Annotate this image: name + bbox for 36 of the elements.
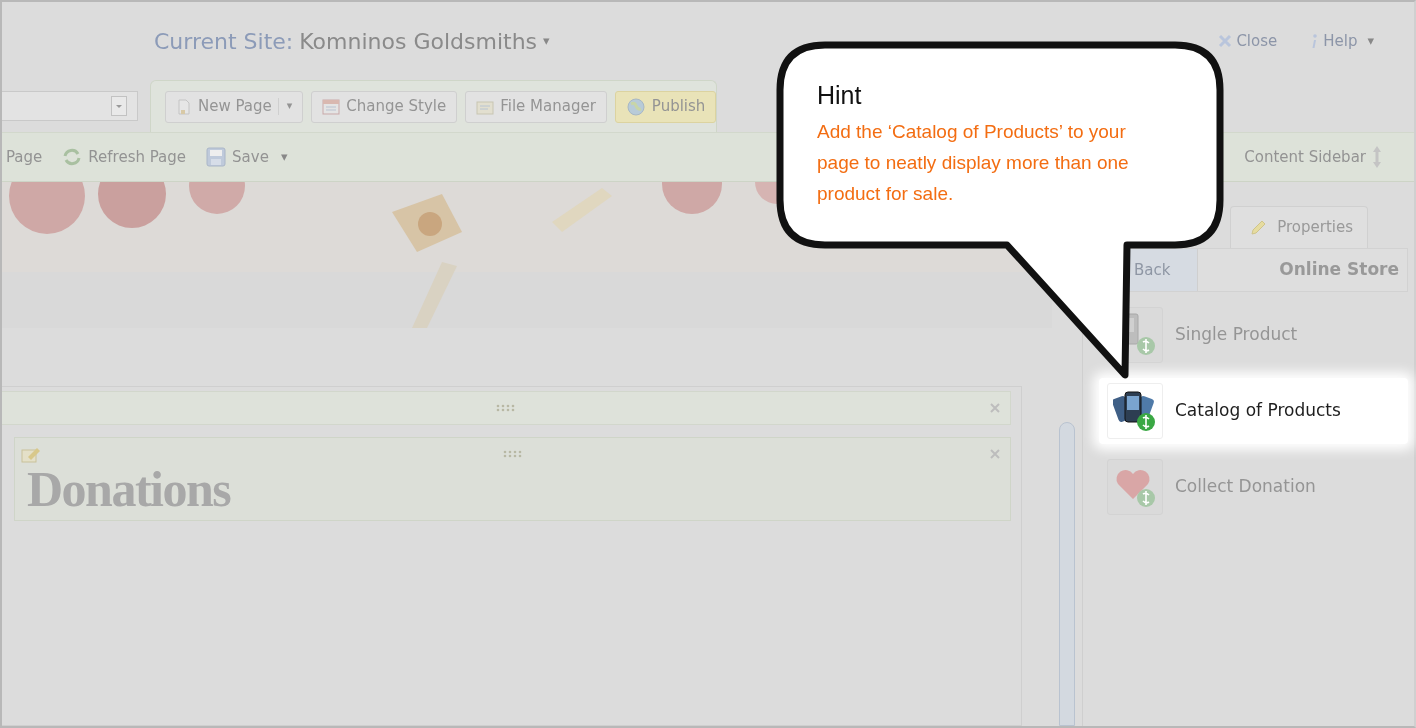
close-link[interactable]: Close: [1218, 29, 1278, 53]
help-link[interactable]: Help ▾: [1309, 29, 1374, 53]
site-name[interactable]: Komninos Goldsmiths: [299, 24, 538, 58]
page-dropdown[interactable]: [2, 91, 138, 121]
refresh-icon: [62, 148, 83, 166]
globe-icon: [625, 96, 646, 117]
sidebar-item[interactable]: Collect Donation: [1099, 454, 1408, 520]
toolbar-link[interactable]: Save ▾: [206, 145, 288, 169]
toolbar-link[interactable]: Page: [6, 145, 43, 169]
close-icon: [990, 403, 1000, 413]
close-icon: [1218, 34, 1233, 48]
section-title: Online Store: [1278, 258, 1400, 282]
pencil-icon: [1249, 218, 1268, 237]
publish-button[interactable]: Publish: [614, 90, 717, 123]
sidebar-toggle[interactable]: Content Sidebar: [1244, 145, 1382, 169]
site-label: Current Site:: [154, 27, 294, 56]
hint-text: Add the ‘Catalog of Products’ to your page to neatly display more than one product for sale.: [817, 120, 1130, 206]
layout-icon: [322, 98, 341, 115]
hint-title: Hint: [817, 80, 862, 110]
scrollbar-thumb[interactable]: [1059, 422, 1075, 726]
toolbar-button[interactable]: Change Style: [311, 90, 458, 123]
edit-icon: [21, 445, 43, 463]
drag-handle-icon: [496, 404, 516, 412]
properties-tab[interactable]: Properties: [1230, 206, 1368, 248]
resize-icon: [1372, 145, 1382, 169]
toolbar-link[interactable]: Refresh Page: [62, 145, 187, 169]
close-icon: [990, 449, 1000, 459]
toolbar-button[interactable]: File Manager: [465, 90, 607, 123]
drag-handle-icon: [502, 450, 523, 458]
save-icon: [206, 147, 227, 167]
page-icon: [176, 97, 192, 116]
folder-icon: [476, 98, 495, 115]
sidebar-item[interactable]: Catalog of Products: [1099, 378, 1408, 444]
phones-icon: [1113, 389, 1157, 433]
toolbar-button[interactable]: New Page ▾: [165, 90, 304, 123]
caret-icon[interactable]: ▾: [543, 31, 550, 51]
